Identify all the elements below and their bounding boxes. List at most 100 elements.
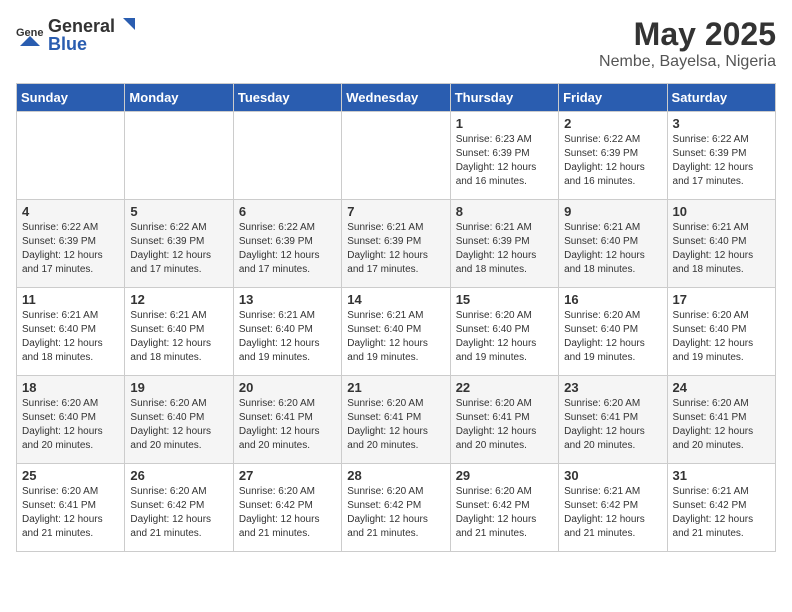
calendar-cell: 19 Sunrise: 6:20 AM Sunset: 6:40 PM Dayli… xyxy=(125,376,233,464)
day-info: Sunrise: 6:20 AM Sunset: 6:41 PM Dayligh… xyxy=(564,397,661,453)
day-info: Sunrise: 6:21 AM Sunset: 6:42 PM Dayligh… xyxy=(564,485,661,541)
calendar-cell xyxy=(17,112,125,200)
calendar-cell: 23 Sunrise: 6:20 AM Sunset: 6:41 PM Dayli… xyxy=(559,376,667,464)
logo-icon: General xyxy=(16,22,44,50)
weekday-header: Wednesday xyxy=(342,84,450,112)
day-info: Sunrise: 6:20 AM Sunset: 6:40 PM Dayligh… xyxy=(130,397,227,453)
day-number: 25 xyxy=(22,468,119,483)
day-number: 22 xyxy=(456,380,553,395)
day-info: Sunrise: 6:22 AM Sunset: 6:39 PM Dayligh… xyxy=(564,133,661,189)
day-number: 11 xyxy=(22,292,119,307)
day-number: 3 xyxy=(673,116,770,131)
day-info: Sunrise: 6:20 AM Sunset: 6:42 PM Dayligh… xyxy=(239,485,336,541)
weekday-header: Sunday xyxy=(17,84,125,112)
day-info: Sunrise: 6:20 AM Sunset: 6:41 PM Dayligh… xyxy=(347,397,444,453)
weekday-header: Tuesday xyxy=(233,84,341,112)
day-number: 28 xyxy=(347,468,444,483)
calendar-week-row: 25 Sunrise: 6:20 AM Sunset: 6:41 PM Dayli… xyxy=(17,464,776,552)
day-number: 13 xyxy=(239,292,336,307)
calendar-cell: 27 Sunrise: 6:20 AM Sunset: 6:42 PM Dayli… xyxy=(233,464,341,552)
day-number: 16 xyxy=(564,292,661,307)
calendar-cell xyxy=(342,112,450,200)
calendar-cell: 20 Sunrise: 6:20 AM Sunset: 6:41 PM Dayli… xyxy=(233,376,341,464)
day-number: 29 xyxy=(456,468,553,483)
day-number: 7 xyxy=(347,204,444,219)
day-number: 2 xyxy=(564,116,661,131)
calendar-cell: 4 Sunrise: 6:22 AM Sunset: 6:39 PM Daylig… xyxy=(17,200,125,288)
calendar-body: 1Sunrise: 6:23 AM Sunset: 6:39 PM Daylig… xyxy=(17,112,776,552)
location-title: Nembe, Bayelsa, Nigeria xyxy=(599,53,776,71)
calendar-cell xyxy=(233,112,341,200)
day-number: 15 xyxy=(456,292,553,307)
day-info: Sunrise: 6:20 AM Sunset: 6:40 PM Dayligh… xyxy=(564,309,661,365)
calendar-cell: 31Sunrise: 6:21 AM Sunset: 6:42 PM Dayli… xyxy=(667,464,775,552)
day-info: Sunrise: 6:22 AM Sunset: 6:39 PM Dayligh… xyxy=(239,221,336,277)
day-number: 20 xyxy=(239,380,336,395)
calendar-cell: 25 Sunrise: 6:20 AM Sunset: 6:41 PM Dayli… xyxy=(17,464,125,552)
day-number: 4 xyxy=(22,204,119,219)
day-info: Sunrise: 6:21 AM Sunset: 6:40 PM Dayligh… xyxy=(239,309,336,365)
day-info: Sunrise: 6:21 AM Sunset: 6:40 PM Dayligh… xyxy=(673,221,770,277)
day-number: 17 xyxy=(673,292,770,307)
day-info: Sunrise: 6:22 AM Sunset: 6:39 PM Dayligh… xyxy=(130,221,227,277)
calendar-cell: 9Sunrise: 6:21 AM Sunset: 6:40 PM Daylig… xyxy=(559,200,667,288)
calendar-week-row: 18 Sunrise: 6:20 AM Sunset: 6:40 PM Dayli… xyxy=(17,376,776,464)
calendar-cell: 1Sunrise: 6:23 AM Sunset: 6:39 PM Daylig… xyxy=(450,112,558,200)
day-info: Sunrise: 6:20 AM Sunset: 6:40 PM Dayligh… xyxy=(22,397,119,453)
day-info: Sunrise: 6:20 AM Sunset: 6:41 PM Dayligh… xyxy=(239,397,336,453)
calendar-week-row: 11 Sunrise: 6:21 AM Sunset: 6:40 PM Dayli… xyxy=(17,288,776,376)
calendar-cell: 30Sunrise: 6:21 AM Sunset: 6:42 PM Dayli… xyxy=(559,464,667,552)
weekday-header: Monday xyxy=(125,84,233,112)
day-info: Sunrise: 6:21 AM Sunset: 6:39 PM Dayligh… xyxy=(456,221,553,277)
day-info: Sunrise: 6:20 AM Sunset: 6:41 PM Dayligh… xyxy=(456,397,553,453)
calendar-cell: 2 Sunrise: 6:22 AM Sunset: 6:39 PM Daylig… xyxy=(559,112,667,200)
day-number: 5 xyxy=(130,204,227,219)
calendar-cell: 22 Sunrise: 6:20 AM Sunset: 6:41 PM Dayli… xyxy=(450,376,558,464)
day-info: Sunrise: 6:20 AM Sunset: 6:40 PM Dayligh… xyxy=(456,309,553,365)
day-info: Sunrise: 6:22 AM Sunset: 6:39 PM Dayligh… xyxy=(22,221,119,277)
calendar-cell: 10 Sunrise: 6:21 AM Sunset: 6:40 PM Dayli… xyxy=(667,200,775,288)
weekday-header: Friday xyxy=(559,84,667,112)
calendar-cell: 21 Sunrise: 6:20 AM Sunset: 6:41 PM Dayli… xyxy=(342,376,450,464)
calendar-cell: 7 Sunrise: 6:21 AM Sunset: 6:39 PM Daylig… xyxy=(342,200,450,288)
calendar-cell: 6 Sunrise: 6:22 AM Sunset: 6:39 PM Daylig… xyxy=(233,200,341,288)
calendar-cell: 8 Sunrise: 6:21 AM Sunset: 6:39 PM Daylig… xyxy=(450,200,558,288)
calendar-table: SundayMondayTuesdayWednesdayThursdayFrid… xyxy=(16,83,776,552)
day-number: 23 xyxy=(564,380,661,395)
calendar-cell: 12 Sunrise: 6:21 AM Sunset: 6:40 PM Dayli… xyxy=(125,288,233,376)
calendar-cell: 24Sunrise: 6:20 AM Sunset: 6:41 PM Dayli… xyxy=(667,376,775,464)
day-info: Sunrise: 6:21 AM Sunset: 6:39 PM Dayligh… xyxy=(347,221,444,277)
calendar-cell: 13 Sunrise: 6:21 AM Sunset: 6:40 PM Dayli… xyxy=(233,288,341,376)
day-number: 6 xyxy=(239,204,336,219)
day-info: Sunrise: 6:20 AM Sunset: 6:41 PM Dayligh… xyxy=(22,485,119,541)
day-info: Sunrise: 6:21 AM Sunset: 6:40 PM Dayligh… xyxy=(130,309,227,365)
day-info: Sunrise: 6:20 AM Sunset: 6:42 PM Dayligh… xyxy=(130,485,227,541)
day-info: Sunrise: 6:21 AM Sunset: 6:40 PM Dayligh… xyxy=(347,309,444,365)
day-number: 12 xyxy=(130,292,227,307)
day-number: 26 xyxy=(130,468,227,483)
day-info: Sunrise: 6:20 AM Sunset: 6:42 PM Dayligh… xyxy=(347,485,444,541)
day-number: 19 xyxy=(130,380,227,395)
day-number: 14 xyxy=(347,292,444,307)
page-header: General General Blue May 2025 Nembe, Bay… xyxy=(16,16,776,71)
logo: General General Blue xyxy=(16,16,137,55)
calendar-cell: 29Sunrise: 6:20 AM Sunset: 6:42 PM Dayli… xyxy=(450,464,558,552)
day-info: Sunrise: 6:20 AM Sunset: 6:41 PM Dayligh… xyxy=(673,397,770,453)
day-info: Sunrise: 6:21 AM Sunset: 6:40 PM Dayligh… xyxy=(22,309,119,365)
calendar-week-row: 1Sunrise: 6:23 AM Sunset: 6:39 PM Daylig… xyxy=(17,112,776,200)
day-number: 10 xyxy=(673,204,770,219)
day-number: 21 xyxy=(347,380,444,395)
calendar-cell xyxy=(125,112,233,200)
calendar-cell: 17 Sunrise: 6:20 AM Sunset: 6:40 PM Dayli… xyxy=(667,288,775,376)
day-number: 31 xyxy=(673,468,770,483)
day-info: Sunrise: 6:20 AM Sunset: 6:40 PM Dayligh… xyxy=(673,309,770,365)
day-number: 18 xyxy=(22,380,119,395)
weekday-header: Thursday xyxy=(450,84,558,112)
day-number: 27 xyxy=(239,468,336,483)
day-number: 9 xyxy=(564,204,661,219)
calendar-cell: 14 Sunrise: 6:21 AM Sunset: 6:40 PM Dayli… xyxy=(342,288,450,376)
day-number: 8 xyxy=(456,204,553,219)
day-number: 1 xyxy=(456,116,553,131)
calendar-cell: 28 Sunrise: 6:20 AM Sunset: 6:42 PM Dayli… xyxy=(342,464,450,552)
calendar-cell: 3Sunrise: 6:22 AM Sunset: 6:39 PM Daylig… xyxy=(667,112,775,200)
